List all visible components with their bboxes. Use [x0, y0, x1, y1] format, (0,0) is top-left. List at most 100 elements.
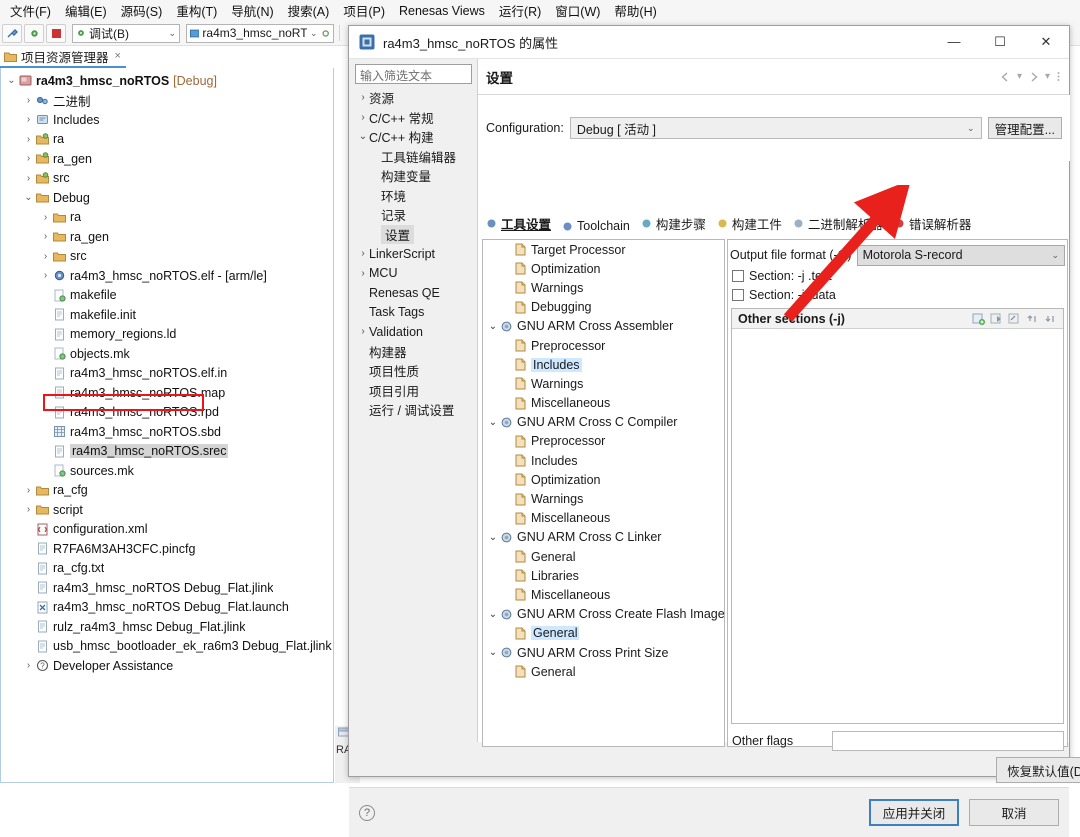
menu-item-10[interactable]: 帮助(H) [607, 0, 663, 21]
tab-0[interactable]: 工具设置 [482, 214, 558, 235]
minimize-button[interactable]: — [931, 26, 977, 58]
tool-tree-row[interactable]: Optimization [483, 259, 724, 278]
menu-item-3[interactable]: 重构(T) [169, 0, 224, 21]
tree-row[interactable]: › ra_gen [1, 227, 333, 247]
menu-item-4[interactable]: 导航(N) [224, 0, 280, 21]
configuration-select[interactable]: Debug [ 活动 ] ⌄ [569, 117, 982, 139]
launch-target-combo[interactable]: ra4m3_hmsc_noRTOS ⌄ [186, 23, 334, 43]
tree-row[interactable]: › src [1, 247, 333, 267]
chevron-right-icon[interactable]: › [22, 134, 35, 145]
chevron-right-icon[interactable]: › [22, 95, 35, 106]
chevron-down-icon[interactable]: ⌄ [357, 131, 369, 142]
nav-row[interactable]: › LinkerScript [355, 244, 472, 264]
tree-row[interactable]: rulz_ra4m3_hmsc Debug_Flat.jlink [1, 617, 333, 637]
chevron-down-icon[interactable]: ⌄ [487, 647, 499, 658]
output-format-select[interactable]: Motorola S-record ⌄ [856, 244, 1065, 266]
tool-tree-row[interactable]: ⌄ GNU ARM Cross C Compiler [483, 413, 724, 432]
tree-row[interactable]: makefile [1, 286, 333, 306]
tool-tree-row[interactable]: Optimization [483, 470, 724, 489]
back-arrow-icon[interactable] [1000, 71, 1011, 82]
chevron-down-icon[interactable]: ⌄ [487, 321, 499, 332]
tree-row[interactable]: objects.mk [1, 344, 333, 364]
manage-configurations-button[interactable]: 管理配置... [987, 117, 1062, 139]
tool-tree-row[interactable]: Preprocessor [483, 336, 724, 355]
other-sections-list[interactable]: Other sections (-j) [731, 308, 1064, 724]
nav-row[interactable]: › C/C++ 常规 [355, 108, 472, 128]
build-hammer-icon[interactable] [2, 23, 22, 43]
tool-tree-row[interactable]: Warnings [483, 489, 724, 508]
gear-icon[interactable] [321, 28, 330, 39]
apply-and-close-button[interactable]: 应用并关闭 [869, 799, 959, 826]
nav-row[interactable]: Renesas QE [355, 283, 472, 303]
chevron-right-icon[interactable]: › [22, 173, 35, 184]
tree-row[interactable]: › 二进制 [1, 91, 333, 111]
back-dropdown-icon[interactable]: ▾ [1017, 71, 1022, 82]
tool-tree-row[interactable]: ⌄ GNU ARM Cross Create Flash Image [483, 605, 724, 624]
tree-row[interactable]: › ra_cfg [1, 481, 333, 501]
view-menu-icon[interactable] [1056, 71, 1061, 82]
stop-icon[interactable] [46, 23, 66, 43]
tree-row[interactable]: ra_cfg.txt [1, 559, 333, 579]
menu-item-2[interactable]: 源码(S) [114, 0, 170, 21]
tree-row[interactable]: ra4m3_hmsc_noRTOS.rpd [1, 403, 333, 423]
menu-item-6[interactable]: 项目(P) [336, 0, 392, 21]
chevron-right-icon[interactable]: › [357, 326, 369, 337]
nav-row[interactable]: 设置 [355, 224, 472, 245]
tool-tree-row[interactable]: Miscellaneous [483, 509, 724, 528]
other-flags-input[interactable] [832, 731, 1064, 751]
nav-row[interactable]: 运行 / 调试设置 [355, 400, 472, 420]
nav-row[interactable]: Task Tags [355, 303, 472, 323]
tree-row[interactable]: ra4m3_hmsc_noRTOS.sbd [1, 422, 333, 442]
nav-row[interactable]: ⌄ C/C++ 构建 [355, 127, 472, 147]
menu-item-5[interactable]: 搜索(A) [281, 0, 337, 21]
tree-row[interactable]: makefile.init [1, 305, 333, 325]
cancel-button[interactable]: 取消 [969, 799, 1059, 826]
nav-row[interactable]: 环境 [355, 186, 472, 206]
chevron-down-icon[interactable]: ⌄ [487, 417, 499, 428]
tool-tree-row[interactable]: Includes [483, 355, 724, 374]
filter-input[interactable]: 输入筛选文本 [355, 64, 472, 84]
tab-4[interactable]: 二进制解析器 [789, 214, 890, 235]
tree-row[interactable]: › ra [1, 130, 333, 150]
tab-project-explorer[interactable]: 项目资源管理器 × [0, 46, 126, 68]
tool-tree-row[interactable]: Debugging [483, 298, 724, 317]
tool-tree-row[interactable]: Target Processor [483, 240, 724, 259]
tree-row[interactable]: › ra_gen [1, 149, 333, 169]
chevron-right-icon[interactable]: › [22, 114, 35, 125]
close-button[interactable]: ✕ [1023, 26, 1069, 58]
tree-row[interactable]: ra4m3_hmsc_noRTOS.srec [1, 442, 333, 462]
forward-arrow-icon[interactable] [1028, 71, 1039, 82]
close-icon[interactable]: × [115, 50, 121, 62]
settings-nav-tree[interactable]: › 资源 › C/C++ 常规 ⌄ C/C++ 构建 工具链编辑器 构建变量 环境 记录 设置 › Li… [355, 88, 472, 736]
tool-tree-row[interactable]: General [483, 624, 724, 643]
tab-3[interactable]: 构建工件 [713, 214, 789, 235]
section-data-checkbox[interactable] [732, 288, 744, 301]
edit-icon[interactable] [1008, 313, 1021, 325]
chevron-down-icon[interactable]: ⌄ [487, 532, 499, 543]
chevron-down-icon[interactable]: ⌄ [487, 609, 499, 620]
tree-row[interactable]: usb_hmsc_bootloader_ek_ra6m3 Debug_Flat.… [1, 637, 333, 657]
chevron-right-icon[interactable]: › [39, 251, 52, 262]
move-down-icon[interactable] [1044, 313, 1057, 325]
tab-2[interactable]: 构建步骤 [637, 214, 713, 235]
nav-row[interactable]: 项目性质 [355, 361, 472, 381]
tree-row[interactable]: ›? Developer Assistance [1, 656, 333, 676]
tool-tree-row[interactable]: Miscellaneous [483, 585, 724, 604]
tool-settings-tree[interactable]: Target Processor Optimization Warnings Debu… [482, 239, 725, 747]
add-icon[interactable] [972, 313, 985, 325]
nav-row[interactable]: › 资源 [355, 88, 472, 108]
debug-config-combo[interactable]: 调试(B) ⌄ [72, 23, 180, 43]
tree-row[interactable]: ra4m3_hmsc_noRTOS Debug_Flat.jlink [1, 578, 333, 598]
chevron-right-icon[interactable]: › [357, 248, 369, 259]
tree-row[interactable]: ra4m3_hmsc_noRTOS.elf.in [1, 364, 333, 384]
tool-tree-row[interactable]: Miscellaneous [483, 394, 724, 413]
tree-row[interactable]: memory_regions.ld [1, 325, 333, 345]
menu-item-0[interactable]: 文件(F) [3, 0, 58, 21]
tree-row[interactable]: sources.mk [1, 461, 333, 481]
tool-tree-row[interactable]: Libraries [483, 566, 724, 585]
debug-bug-icon[interactable] [24, 23, 44, 43]
menu-item-7[interactable]: Renesas Views [392, 3, 492, 19]
chevron-right-icon[interactable]: › [39, 231, 52, 242]
chevron-right-icon[interactable]: › [22, 504, 35, 515]
tool-tree-row[interactable]: Preprocessor [483, 432, 724, 451]
